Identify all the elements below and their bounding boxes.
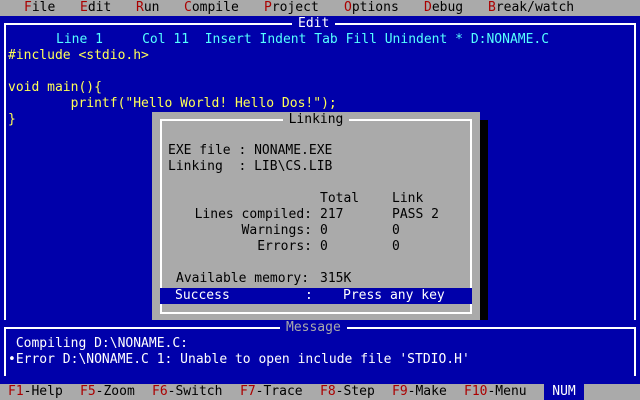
code-line-4[interactable]: printf("Hello World! Hello Dos!"); <box>8 96 337 112</box>
fn-help[interactable]: F1-Help <box>8 384 63 400</box>
errors-link: 0 <box>392 239 400 254</box>
success-bar[interactable]: Success : Press any key <box>160 288 472 304</box>
editor-frame-right <box>634 23 636 320</box>
code-line-5[interactable]: } <box>8 112 16 128</box>
fn-make[interactable]: F9-Make <box>392 384 447 400</box>
fn-menu[interactable]: F10-Menu <box>464 384 527 400</box>
menu-compile[interactable]: Compile <box>184 0 239 16</box>
lines-compiled-total: 217 <box>320 207 344 222</box>
menu-file[interactable]: File <box>24 0 55 16</box>
message-line-error[interactable]: •Error D:\NONAME.C 1: Unable to open inc… <box>8 352 470 368</box>
menu-debug[interactable]: Debug <box>424 0 463 16</box>
warnings-label: Warnings: <box>241 223 312 238</box>
message-title: Message <box>280 320 347 336</box>
menu-bar: File Edit Run Compile Project Options De… <box>0 0 640 16</box>
editor-status-line: Line 1 Col 11 Insert Indent Tab Fill Uni… <box>56 32 550 47</box>
menu-edit[interactable]: Edit <box>80 0 111 16</box>
menu-run[interactable]: Run <box>136 0 159 16</box>
fn-switch[interactable]: F6-Switch <box>152 384 222 400</box>
success-label: Success <box>175 288 230 303</box>
editor-title: Edit <box>292 16 336 32</box>
fn-zoom[interactable]: F5-Zoom <box>80 384 135 400</box>
errors-label: Errors: <box>257 239 312 254</box>
warnings-link: 0 <box>392 223 400 238</box>
menu-options[interactable]: Options <box>344 0 399 16</box>
warnings-total: 0 <box>320 223 328 238</box>
lines-compiled-label: Lines compiled: <box>194 207 312 222</box>
fn-step[interactable]: F8-Step <box>320 384 375 400</box>
col-total-header: Total <box>320 191 360 206</box>
success-separator: : <box>305 288 313 303</box>
fn-trace[interactable]: F7-Trace <box>240 384 303 400</box>
linking-label: Linking : LIB\CS.LIB <box>168 159 333 174</box>
menu-project[interactable]: Project <box>264 0 319 16</box>
dialog-title: Linking <box>282 112 350 127</box>
available-memory-value: 315K <box>320 271 352 286</box>
col-link-header: Link <box>392 191 424 206</box>
available-memory-label: Available memory: <box>176 271 310 286</box>
editor-frame-left <box>4 23 6 320</box>
function-key-bar: F1-Help F5-Zoom F6-Switch F7-Trace F8-St… <box>0 384 640 400</box>
message-frame-left <box>4 327 6 376</box>
press-any-key-prompt: Press any key <box>343 288 445 303</box>
lines-compiled-link: PASS 2 <box>392 207 439 222</box>
message-line-compiling[interactable]: Compiling D:\NONAME.C: <box>8 336 188 352</box>
code-line-3[interactable]: void main(){ <box>8 80 102 96</box>
code-line-1[interactable]: #include <stdio.h> <box>8 48 149 64</box>
errors-total: 0 <box>320 239 328 254</box>
dialog-title-wrap: Linking <box>152 112 480 128</box>
exe-file-label: EXE file : NONAME.EXE <box>168 143 333 158</box>
menu-break-watch[interactable]: Break/watch <box>488 0 574 16</box>
message-window[interactable]: Message Compiling D:\NONAME.C: •Error D:… <box>0 320 640 384</box>
message-frame-right <box>634 327 636 376</box>
num-lock-indicator: NUM <box>544 384 584 400</box>
